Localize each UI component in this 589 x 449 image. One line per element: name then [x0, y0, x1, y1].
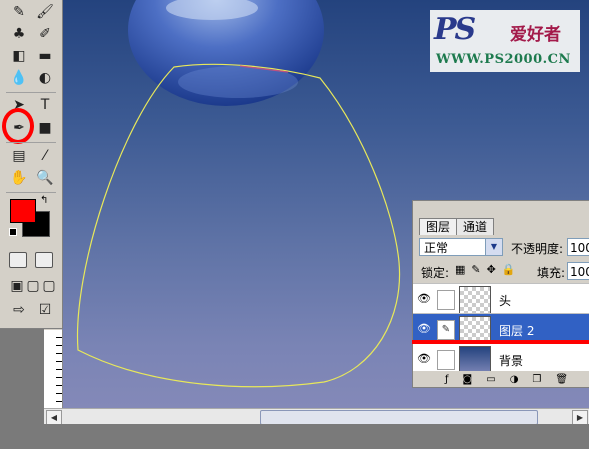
sphere-head [128, 0, 324, 106]
gradient-icon[interactable]: ▬ [34, 46, 56, 66]
lock-label: 锁定: [421, 266, 450, 280]
healing-brush-icon[interactable]: ✎ [8, 2, 30, 22]
history-brush-icon[interactable]: ✐ [34, 24, 56, 44]
layer-style-icon[interactable]: ƒ [445, 374, 449, 385]
scroll-thumb[interactable] [260, 410, 538, 425]
lock-transparency-icon[interactable]: ▦ [455, 263, 471, 276]
adjustment-layer-icon[interactable]: ◑ [510, 374, 519, 385]
lock-options[interactable]: ▦✎✥🔒 [455, 263, 522, 276]
eye-icon[interactable]: 👁 [417, 292, 431, 306]
rectangle-shape-icon[interactable]: ■ [34, 118, 56, 138]
logo-chinese: 爱好者 [510, 25, 561, 45]
hand-tool-icon[interactable]: ✋ [8, 168, 30, 188]
fill-field[interactable]: 100 [567, 262, 589, 280]
quick-mask-button[interactable] [35, 252, 53, 268]
pen-selection-path [76, 63, 401, 388]
zoom-tool-icon[interactable]: 🔍 [34, 168, 56, 188]
layer-name: 背景 [499, 354, 524, 368]
layer-link-box[interactable] [437, 350, 455, 370]
layer-name: 图层 2 [499, 324, 535, 338]
screen-mode-full-icon[interactable]: ▢ [38, 276, 60, 296]
layers-panel-footer: ƒ ◙ ▭ ◑ ❐ 🗑 [413, 371, 589, 387]
logo-brand: PS [434, 12, 476, 47]
fill-label: 填充: [537, 266, 566, 280]
logo: PS 爱好者 WWW.PS2000.CN [430, 10, 580, 72]
tab-layers[interactable]: 图层 [419, 218, 458, 235]
delete-layer-icon[interactable]: 🗑 [555, 374, 568, 385]
blend-mode-select[interactable]: 正常 ▼ [419, 238, 503, 256]
new-group-icon[interactable]: ▭ [486, 374, 495, 385]
scroll-left-arrow[interactable]: ◀ [46, 410, 62, 425]
foreground-color-swatch[interactable] [10, 199, 36, 223]
eraser-icon[interactable]: ◧ [8, 46, 30, 66]
lock-all-icon[interactable]: 🔒 [502, 263, 522, 276]
toolbox-separator [6, 142, 56, 143]
layer-thumbnail [459, 286, 491, 314]
logo-url: WWW.PS2000.CN [436, 52, 571, 67]
toolbox-separator [6, 192, 56, 193]
workspace-background [44, 424, 589, 449]
vertical-ruler [44, 330, 63, 408]
layer-name: 头 [499, 294, 512, 308]
opacity-field[interactable]: 100 [567, 238, 589, 256]
clone-stamp-icon[interactable]: ♣ [8, 24, 30, 44]
blend-mode-value: 正常 [424, 241, 449, 255]
add-mask-icon[interactable]: ◙ [463, 374, 473, 385]
default-colors-icon[interactable] [9, 228, 17, 236]
jump-to-edit-icon[interactable]: ☑ [34, 300, 56, 320]
standard-mode-button[interactable] [9, 252, 27, 268]
notes-icon[interactable]: ▤ [8, 146, 30, 166]
layer-row-head[interactable]: 👁 头 [413, 283, 589, 314]
new-layer-icon[interactable]: ❐ [532, 374, 541, 385]
toolbox-separator [6, 92, 56, 93]
chevron-down-icon[interactable]: ▼ [485, 239, 502, 255]
annotation-red-underline [412, 340, 589, 344]
layer-row-background[interactable]: 👁 背景 [413, 343, 589, 374]
opacity-label: 不透明度: [511, 242, 564, 256]
eye-icon[interactable]: 👁 [417, 322, 431, 336]
brush-icon[interactable]: 🖌 [34, 2, 56, 22]
layers-panel: 图层 通道 正常 ▼ 不透明度: 100 锁定: ▦✎✥🔒 填充: 100 👁 … [412, 200, 589, 388]
horizontal-scrollbar[interactable]: ◀ ▶ [44, 408, 589, 425]
scroll-right-arrow[interactable]: ▶ [572, 410, 588, 425]
layer-link-box[interactable] [437, 290, 455, 310]
layers-panel-tabs: 图层 通道 [419, 218, 495, 235]
tab-channels[interactable]: 通道 [456, 218, 495, 235]
eye-icon[interactable]: 👁 [417, 352, 431, 366]
lock-position-icon[interactable]: ✥ [487, 263, 502, 276]
eyedropper-icon[interactable]: ⁄ [34, 146, 56, 166]
layers-panel-titlebar[interactable] [413, 201, 589, 215]
dodge-icon[interactable]: ◐ [34, 68, 56, 88]
pen-tool-highlight-circle [2, 108, 34, 144]
swap-colors-icon[interactable]: ↰ [40, 195, 48, 206]
toolbox: ✎ 🖌 ♣ ✐ ◧ ▬ 💧 ◐ ➤ T ✒ ■ ▤ ⁄ ✋ 🔍 ↰ ▣ ▢ ▢ … [0, 0, 63, 329]
blur-icon[interactable]: 💧 [8, 68, 30, 88]
brush-icon[interactable]: ✎ [437, 320, 455, 340]
lock-pixels-icon[interactable]: ✎ [471, 263, 486, 276]
jump-to-imageready-icon[interactable]: ⇨ [8, 300, 30, 320]
layer-thumbnail [459, 346, 491, 374]
type-tool-icon[interactable]: T [34, 95, 56, 115]
